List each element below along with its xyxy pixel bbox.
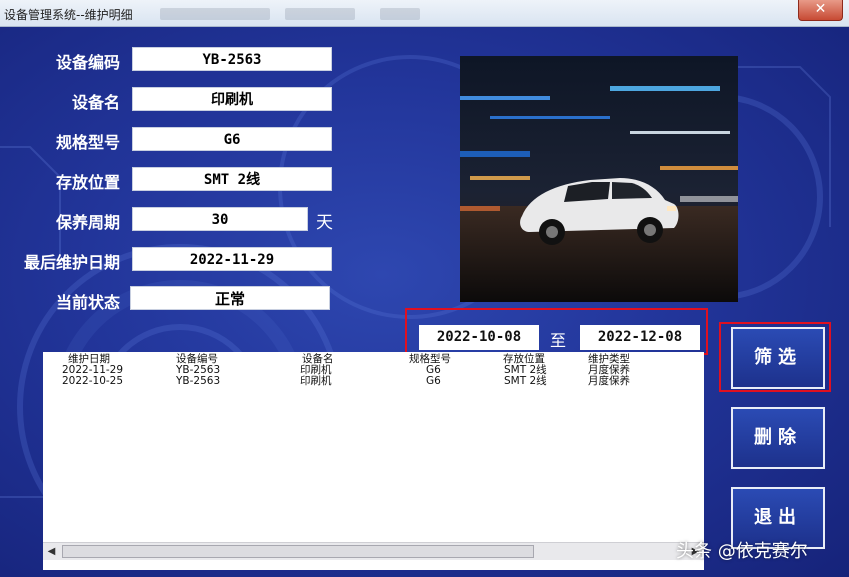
cell-device-code: YB-2563 <box>176 375 221 387</box>
cell-spec: G6 <box>426 375 441 387</box>
spec-model-label: 规格型号 <box>55 133 120 152</box>
device-photo <box>460 56 738 302</box>
device-name-field[interactable]: 印刷机 <box>132 87 332 111</box>
device-name-label: 设备名 <box>71 93 120 112</box>
list-item[interactable]: 2022-10-25 YB-2563 印刷机 G6 SMT 2线 月度保养 <box>43 376 704 387</box>
last-maintenance-date-label: 最后维护日期 <box>23 253 120 272</box>
delete-button[interactable]: 删除 <box>731 407 825 469</box>
maintenance-cycle-field[interactable]: 30 <box>132 207 308 231</box>
end-date-input[interactable]: 2022-12-08 <box>580 325 700 350</box>
form-area: 设备编码 YB-2563 设备名 印刷机 规格型号 G6 存放位置 SMT 2线… <box>0 27 849 577</box>
filter-button[interactable]: 筛选 <box>731 327 825 389</box>
device-code-field[interactable]: YB-2563 <box>132 47 332 71</box>
cell-device-name: 印刷机 <box>300 375 332 387</box>
scrollbar-thumb[interactable] <box>62 545 534 558</box>
device-code-label: 设备编码 <box>55 53 120 72</box>
watermark-text: 头条 @依克赛尔 <box>676 541 808 562</box>
car-photo-image <box>460 56 738 302</box>
background-tab <box>380 8 420 20</box>
cell-maintenance-type: 月度保养 <box>588 375 630 387</box>
maintenance-list[interactable]: 维护日期 设备编号 设备名 规格型号 存放位置 维护类型 2022-11-29 … <box>43 352 704 570</box>
cell-date: 2022-10-25 <box>62 375 124 387</box>
current-status-label: 当前状态 <box>55 293 120 312</box>
storage-location-label: 存放位置 <box>55 173 120 192</box>
cell-location: SMT 2线 <box>504 375 547 387</box>
maintenance-cycle-label: 保养周期 <box>55 213 120 232</box>
app-window: 设备管理系统--维护明细 ✕ 设备编码 YB-2563 设备名 印刷机 规格型号… <box>0 0 849 577</box>
storage-location-field[interactable]: SMT 2线 <box>132 167 332 191</box>
current-status-field[interactable]: 正常 <box>130 286 330 310</box>
horizontal-scrollbar[interactable]: ◀ ▶ <box>43 542 704 560</box>
last-maintenance-date-field[interactable]: 2022-11-29 <box>132 247 332 271</box>
cycle-unit-label: 天 <box>316 213 333 233</box>
background-tab <box>285 8 355 20</box>
close-button[interactable]: ✕ <box>798 0 843 21</box>
close-icon: ✕ <box>814 1 827 17</box>
spec-model-field[interactable]: G6 <box>132 127 332 151</box>
date-range-separator: 至 <box>550 331 567 350</box>
background-tab <box>160 8 270 20</box>
window-title: 设备管理系统--维护明细 <box>4 8 133 22</box>
scroll-left-icon[interactable]: ◀ <box>43 543 60 560</box>
title-bar[interactable]: 设备管理系统--维护明细 ✕ <box>0 0 849 27</box>
start-date-input[interactable]: 2022-10-08 <box>419 325 539 350</box>
